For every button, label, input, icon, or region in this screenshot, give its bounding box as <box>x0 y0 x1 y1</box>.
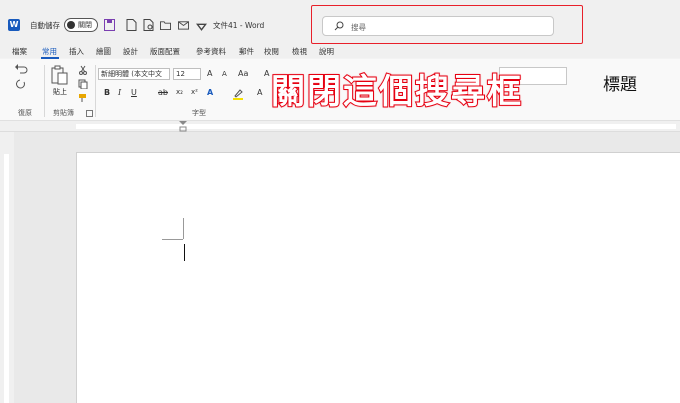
toggle-state-label: 關閉 <box>78 21 92 29</box>
redo-icon[interactable] <box>14 79 28 91</box>
bold-icon[interactable]: B <box>104 88 110 97</box>
tab-draw[interactable]: 繪圖 <box>96 46 111 57</box>
tab-insert[interactable]: 插入 <box>69 46 84 57</box>
shrink-font-icon[interactable]: A <box>222 70 227 78</box>
open-folder-icon[interactable] <box>160 19 171 31</box>
style-heading[interactable]: 標題 <box>603 70 637 95</box>
italic-icon[interactable]: I <box>118 88 121 97</box>
format-painter-icon[interactable] <box>78 93 88 103</box>
indent-marker-icon[interactable] <box>179 121 187 132</box>
toggle-knob <box>67 21 75 29</box>
margin-corner-mark <box>162 239 183 240</box>
tab-view[interactable]: 檢視 <box>292 46 307 57</box>
clipboard-launcher-icon[interactable] <box>86 110 93 117</box>
document-title: 文件41 - Word <box>213 21 265 30</box>
tab-mailings[interactable]: 郵件 <box>239 46 254 57</box>
vertical-ruler <box>0 132 14 403</box>
tab-design[interactable]: 設計 <box>123 46 138 57</box>
change-case-icon[interactable]: Aa <box>238 69 248 78</box>
group-divider <box>44 65 45 117</box>
mail-icon[interactable] <box>178 19 189 31</box>
font-size-select[interactable]: 12 <box>173 68 201 80</box>
word-logo-icon[interactable]: W <box>8 19 20 31</box>
undo-icon[interactable] <box>14 64 28 76</box>
undo-group-label: 復原 <box>18 109 32 117</box>
grow-font-icon[interactable]: A <box>207 69 212 78</box>
subscript-icon[interactable]: x₂ <box>176 88 183 96</box>
vertical-ruler-track <box>4 154 9 403</box>
annotation-text: 關閉這個搜尋框 <box>270 71 523 113</box>
font-group-label: 字型 <box>192 109 206 117</box>
highlight-color-icon[interactable] <box>232 88 244 100</box>
ribbon-tabs: 檔案 常用 插入 繪圖 設計 版面配置 參考資料 郵件 校閱 檢視 說明 <box>0 45 680 59</box>
tab-layout[interactable]: 版面配置 <box>150 46 180 57</box>
ruler-track <box>76 124 676 129</box>
autosave-label: 自動儲存 <box>30 21 60 30</box>
paste-icon[interactable] <box>50 65 68 85</box>
strikethrough-icon[interactable]: ab <box>158 88 168 97</box>
highlight-outline <box>311 5 583 44</box>
tab-references[interactable]: 參考資料 <box>196 46 226 57</box>
paste-label[interactable]: 貼上 <box>53 87 67 97</box>
cut-icon[interactable] <box>78 65 88 75</box>
tab-home[interactable]: 常用 <box>42 46 57 57</box>
superscript-icon[interactable]: x² <box>191 88 198 96</box>
customize-toolbar-icon[interactable] <box>196 21 207 33</box>
font-color-icon[interactable]: A <box>257 88 262 97</box>
group-divider <box>95 65 96 117</box>
tab-review[interactable]: 校閱 <box>264 46 279 57</box>
clipboard-group-label: 剪貼簿 <box>53 109 74 117</box>
autosave-toggle[interactable]: 關閉 <box>64 18 98 32</box>
text-cursor <box>184 244 185 261</box>
clear-formatting-icon[interactable]: A <box>264 69 269 78</box>
tab-help[interactable]: 說明 <box>319 46 334 57</box>
tab-file[interactable]: 檔案 <box>12 46 27 57</box>
print-preview-icon[interactable] <box>143 19 154 31</box>
margin-corner-mark <box>183 218 184 239</box>
horizontal-ruler <box>0 121 680 132</box>
document-page[interactable] <box>76 152 680 403</box>
text-effects-icon[interactable]: A <box>207 88 213 97</box>
font-name-select[interactable]: 新細明體 (本文中文 <box>98 68 170 80</box>
new-document-icon[interactable] <box>126 19 137 31</box>
title-bar: W 自動儲存 關閉 文件41 - Word 搜尋 <box>0 0 680 45</box>
underline-icon[interactable]: U <box>131 88 137 97</box>
copy-icon[interactable] <box>78 79 88 89</box>
save-icon[interactable] <box>104 19 115 31</box>
